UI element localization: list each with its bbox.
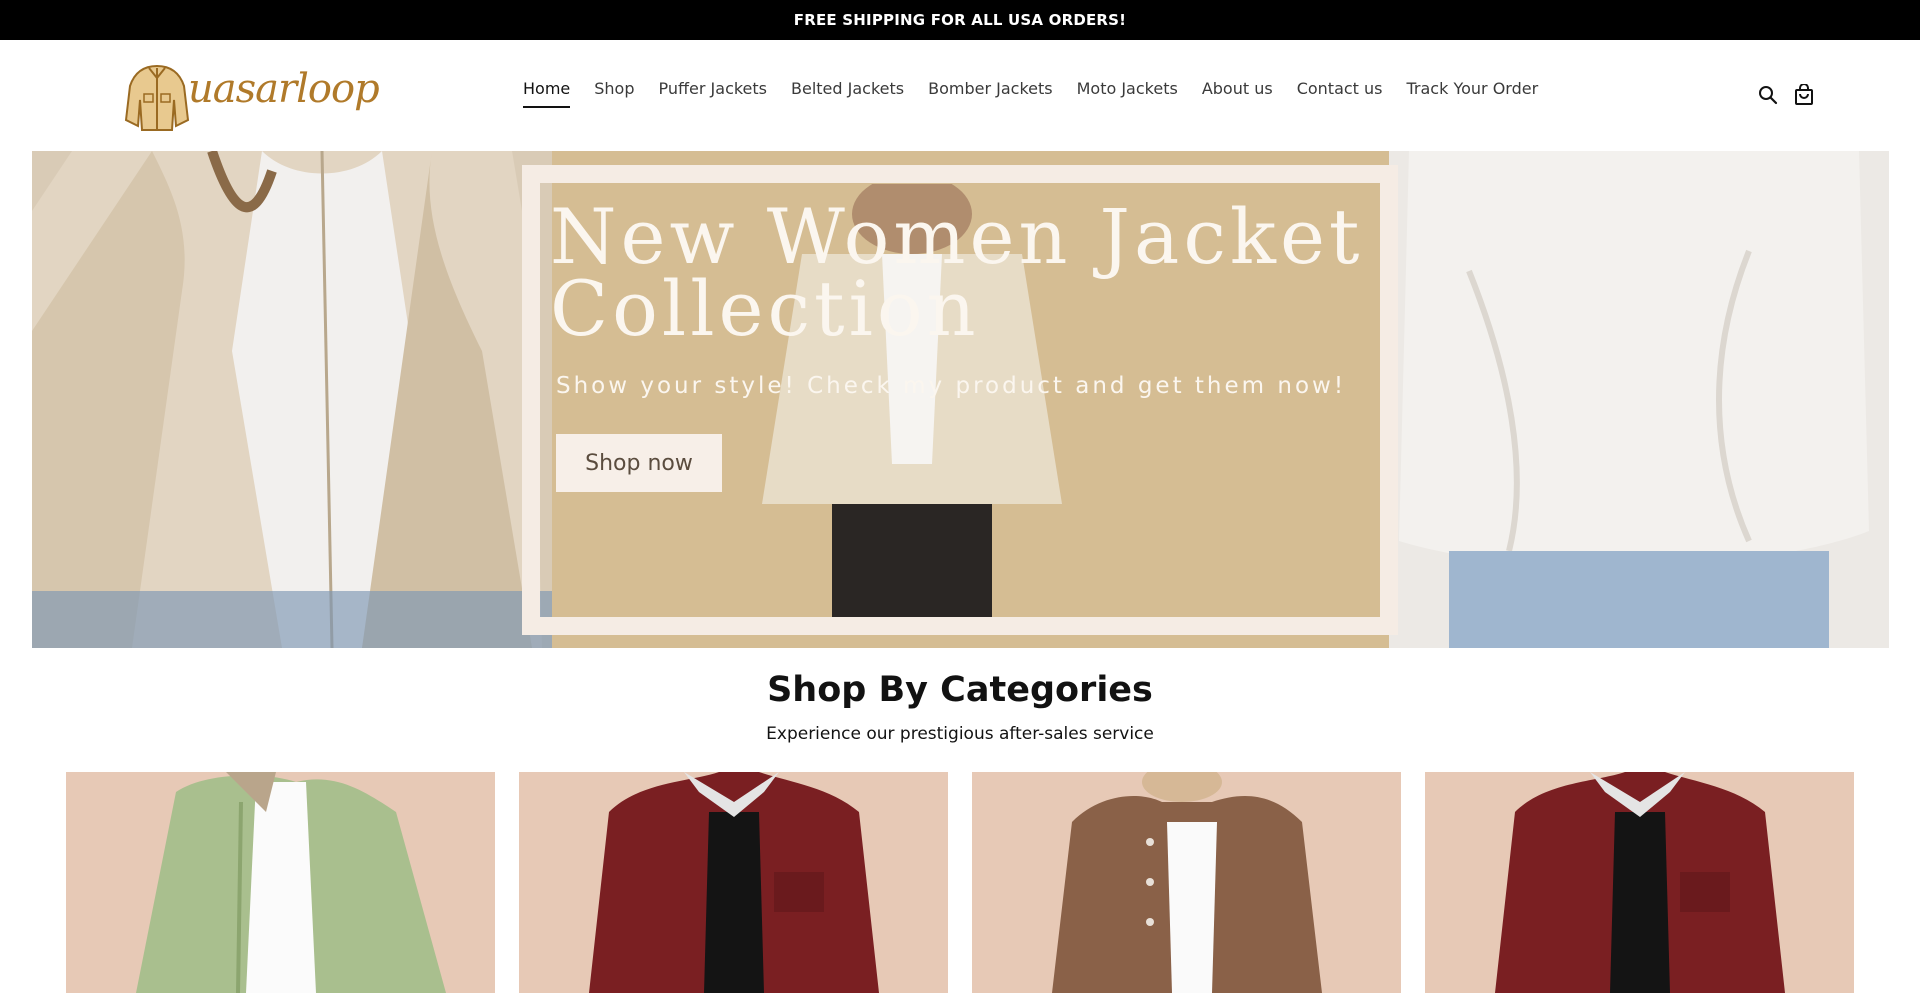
- brown-shacket-image: [1052, 772, 1322, 993]
- nav-item-shop[interactable]: Shop: [594, 73, 634, 104]
- shopping-bag-icon: [1795, 84, 1813, 105]
- main-nav: Home Shop Puffer Jackets Belted Jackets …: [523, 68, 1562, 108]
- categories-title: Shop By Categories: [767, 670, 1153, 710]
- category-card[interactable]: [519, 772, 948, 993]
- nav-item-belted-jackets[interactable]: Belted Jackets: [791, 73, 904, 104]
- nav-item-moto-jackets[interactable]: Moto Jackets: [1077, 73, 1178, 104]
- category-cards: [66, 772, 1854, 993]
- hero-title: New Women Jacket Collection: [550, 192, 1364, 353]
- jacket-logo-icon: [124, 64, 190, 131]
- site-header: uasarloop Home Shop Puffer Jackets Belte…: [0, 40, 1920, 151]
- site-logo[interactable]: uasarloop: [122, 60, 380, 132]
- nav-item-track-order[interactable]: Track Your Order: [1407, 73, 1539, 104]
- category-card[interactable]: [1425, 772, 1854, 993]
- category-card[interactable]: [972, 772, 1401, 993]
- nav-item-contact-us[interactable]: Contact us: [1297, 73, 1383, 104]
- search-button[interactable]: [1755, 82, 1781, 108]
- announcement-text: FREE SHIPPING FOR ALL USA ORDERS!: [793, 11, 1127, 29]
- hero-subtitle: Show your style! Check my product and ge…: [556, 373, 1347, 399]
- announcement-bar: FREE SHIPPING FOR ALL USA ORDERS!: [0, 0, 1920, 40]
- nav-item-about-us[interactable]: About us: [1202, 73, 1273, 104]
- nav-item-home[interactable]: Home: [523, 73, 571, 108]
- search-icon: [1759, 86, 1778, 105]
- hero-banner: New Women Jacket Collection Show your st…: [32, 151, 1889, 648]
- cart-button[interactable]: [1791, 82, 1817, 108]
- categories-subtitle: Experience our prestigious after-sales s…: [766, 724, 1154, 744]
- burgundy-leather-jacket-image: [1495, 772, 1785, 993]
- burgundy-leather-jacket-image: [589, 772, 879, 993]
- category-card[interactable]: [66, 772, 495, 993]
- shop-now-button[interactable]: Shop now: [556, 434, 722, 492]
- green-puffer-jacket-image: [136, 772, 446, 993]
- nav-item-bomber-jackets[interactable]: Bomber Jackets: [928, 73, 1052, 104]
- logo-wordmark: uasarloop: [188, 66, 380, 112]
- nav-item-puffer-jackets[interactable]: Puffer Jackets: [659, 73, 768, 104]
- hero-model-right-image: [1389, 151, 1889, 648]
- hero-model-left-image: [32, 151, 552, 648]
